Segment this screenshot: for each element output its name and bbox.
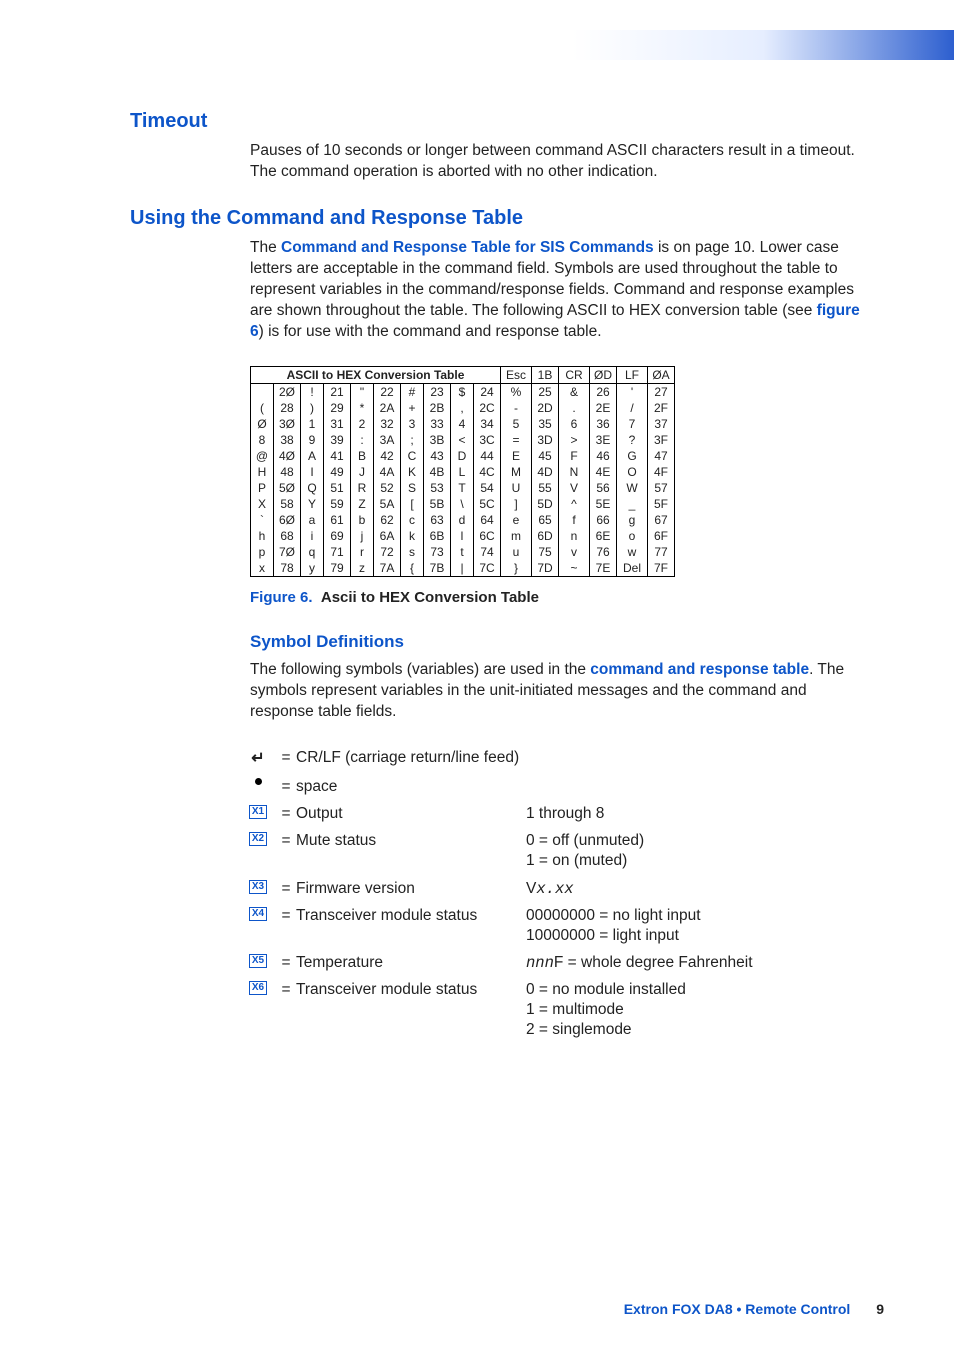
symbol-icon: X1	[240, 803, 276, 819]
symbol-value: 00000000 = no light input10000000 = ligh…	[526, 905, 864, 946]
symbol-row: X6=Transceiver module status0 = no modul…	[240, 979, 864, 1040]
symbol-desc: space	[296, 776, 526, 797]
link-cmd-resp-table-2[interactable]: command and response table	[590, 661, 809, 678]
symbol-row: X5=TemperaturennnF = whole degree Fahren…	[240, 952, 864, 973]
footer-doc-title: Extron FOX DA8 • Remote Control	[624, 1301, 851, 1317]
figure-caption: Figure 6. Ascii to HEX Conversion Table	[250, 589, 864, 606]
footer-page-number: 9	[876, 1301, 884, 1317]
text-timeout: Pauses of 10 seconds or longer between c…	[250, 141, 864, 183]
symbol-definitions-list: ↵=CR/LF (carriage return/line feed)=spac…	[240, 747, 864, 1040]
symbol-icon: X2	[240, 830, 276, 846]
symbol-value: Vx.xx	[526, 878, 864, 899]
figure-title: Ascii to HEX Conversion Table	[321, 589, 539, 606]
symbol-value: nnnF = whole degree Fahrenheit	[526, 952, 864, 973]
heading-timeout: Timeout	[130, 110, 864, 133]
heading-symbol-definitions: Symbol Definitions	[250, 632, 864, 652]
symbol-equals: =	[276, 830, 296, 851]
page-content: Timeout Pauses of 10 seconds or longer b…	[0, 110, 954, 1041]
symbol-row: =space	[240, 776, 864, 797]
symbol-desc: CR/LF (carriage return/line feed)	[296, 747, 526, 768]
symbol-icon: X4	[240, 905, 276, 921]
symbol-icon	[240, 776, 276, 785]
symbol-pre: The following symbols (variables) are us…	[250, 661, 590, 678]
symbol-row: X4=Transceiver module status00000000 = n…	[240, 905, 864, 946]
ascii-hex-table: ASCII to HEX Conversion TableEsc1BCRØDLF…	[250, 366, 675, 577]
symbol-equals: =	[276, 776, 296, 797]
symbol-equals: =	[276, 905, 296, 926]
symbol-value	[526, 776, 864, 777]
link-cmd-resp-table[interactable]: Command and Response Table for SIS Comma…	[281, 239, 654, 256]
symbol-value: 0 = off (unmuted)1 = on (muted)	[526, 830, 864, 871]
symbol-desc: Mute status	[296, 830, 526, 851]
using-pre: The	[250, 239, 281, 256]
heading-using: Using the Command and Response Table	[130, 207, 864, 230]
symbol-value: 1 through 8	[526, 803, 864, 824]
symbol-equals: =	[276, 979, 296, 1000]
symbol-equals: =	[276, 952, 296, 973]
symbol-icon: X5	[240, 952, 276, 968]
symbol-icon: X3	[240, 878, 276, 894]
text-using: The Command and Response Table for SIS C…	[250, 238, 864, 343]
symbol-icon: X6	[240, 979, 276, 995]
symbol-equals: =	[276, 747, 296, 768]
symbol-desc: Transceiver module status	[296, 905, 526, 926]
figure-number: Figure 6.	[250, 589, 313, 606]
symbol-equals: =	[276, 878, 296, 899]
text-symbol-intro: The following symbols (variables) are us…	[250, 660, 864, 723]
top-gradient-bar	[0, 30, 954, 60]
symbol-value: 0 = no module installed1 = multimode2 = …	[526, 979, 864, 1040]
ascii-hex-table-wrap: ASCII to HEX Conversion TableEsc1BCRØDLF…	[250, 366, 864, 577]
page-footer: Extron FOX DA8 • Remote Control 9	[0, 1301, 954, 1357]
symbol-desc: Output	[296, 803, 526, 824]
symbol-desc: Temperature	[296, 952, 526, 973]
symbol-desc: Firmware version	[296, 878, 526, 899]
symbol-value	[526, 747, 864, 748]
symbol-row: X1=Output1 through 8	[240, 803, 864, 824]
symbol-row: ↵=CR/LF (carriage return/line feed)	[240, 747, 864, 770]
symbol-equals: =	[276, 803, 296, 824]
using-post: ) is for use with the command and respon…	[259, 323, 602, 340]
symbol-desc: Transceiver module status	[296, 979, 526, 1000]
symbol-row: X3=Firmware versionVx.xx	[240, 878, 864, 899]
symbol-icon: ↵	[240, 747, 276, 770]
symbol-row: X2=Mute status0 = off (unmuted)1 = on (m…	[240, 830, 864, 871]
